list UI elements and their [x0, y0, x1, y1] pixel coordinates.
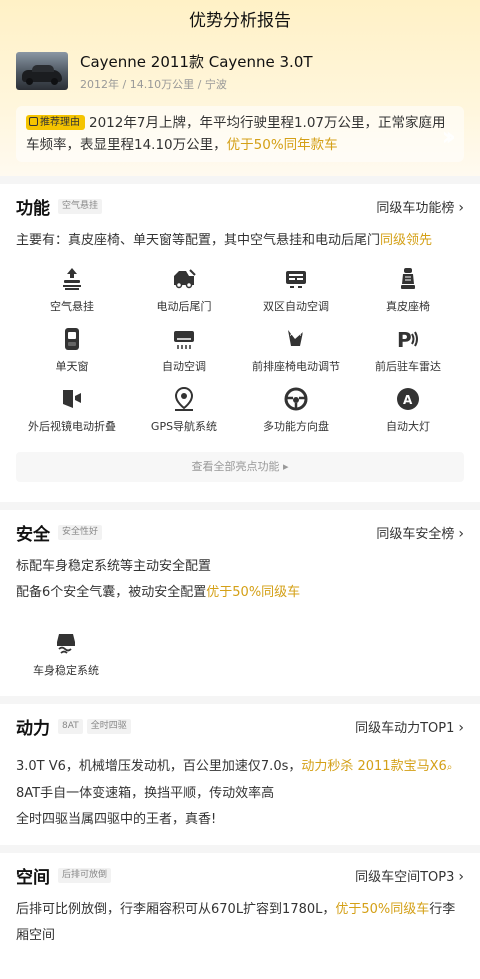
- feature-grid: 空气悬挂 电动后尾门 双区自动空调 真皮座椅 单天窗 自动空调 AUTO 前排座…: [16, 266, 464, 446]
- steering-wheel-icon: [284, 387, 308, 411]
- sunroof-icon: [65, 328, 79, 350]
- gps-icon: [174, 386, 194, 411]
- recommend-reason: 推荐理由 2012年7月上牌，年平均行驶里程1.07万公里，正常家庭用车频率，表显…: [16, 106, 464, 162]
- section-title: 安全: [16, 524, 50, 545]
- power-line: 8AT手自一体变速箱，换挡平顺，传动效率高: [16, 786, 275, 801]
- feature-item[interactable]: 自动空调: [128, 326, 240, 386]
- chevron-right-icon: ›: [458, 199, 464, 216]
- section-badge: 空气悬挂: [58, 198, 103, 214]
- section-title: 空间: [16, 867, 50, 888]
- page-title: 优势分析报告: [189, 11, 291, 31]
- view-all-features-button[interactable]: 查看全部亮点功能 ▸: [16, 452, 464, 482]
- svg-text:A: A: [403, 393, 413, 407]
- feature-item[interactable]: GPS导航系统: [128, 386, 240, 446]
- function-section: 功能 空气悬挂 同级车功能榜 › 主要有：真皮座椅、单天窗等配置，其中空气悬挂和电…: [0, 184, 480, 502]
- car-summary[interactable]: Cayenne 2011款 Cayenne 3.0T 2012年 / 14.10…: [0, 42, 480, 96]
- power-section: 动力 8AT 全时四驱 同级车动力TOP1 › 3.0T V6，机械增压发动机，百…: [0, 704, 480, 845]
- thumb-up-icon: [29, 117, 38, 126]
- section-title: 动力: [16, 718, 50, 739]
- leather-seat-icon: [401, 268, 415, 289]
- space-section: 空间 后排可放倒 同级车空间TOP3 › 后排可比例放倒，行李厢容积可从670L扩…: [0, 853, 480, 979]
- chevron-right-icon: ›: [458, 719, 464, 736]
- power-rank-link[interactable]: 同级车动力TOP1 ›: [355, 717, 464, 736]
- reason-highlight: 优于50%同年款车: [226, 137, 338, 153]
- space-rank-link[interactable]: 同级车空间TOP3 ›: [355, 866, 464, 885]
- safety-highlight: 优于50%同级车: [206, 585, 301, 600]
- mirror-fold-icon: [63, 390, 81, 408]
- safety-line: 标配车身稳定系统等主动安全配置: [16, 559, 212, 574]
- car-name: Cayenne 2011款 Cayenne 3.0T: [80, 52, 313, 71]
- section-badge: 8AT: [58, 718, 83, 734]
- section-title: 功能: [16, 198, 50, 219]
- feature-item[interactable]: 空气悬挂: [16, 266, 128, 326]
- space-line: 后排可比例放倒，行李厢容积可从670L扩容到1780L，: [16, 902, 336, 917]
- stability-control-icon: [57, 634, 75, 654]
- chevron-decoration-icon: › ›: [441, 122, 457, 152]
- svg-text:P: P: [397, 328, 412, 352]
- search-icon: ⌕: [446, 762, 453, 773]
- feature-item[interactable]: 电动后尾门: [128, 266, 240, 326]
- car-meta: 2012年 / 14.10万公里 / 宁波: [80, 77, 227, 91]
- power-highlight[interactable]: 动力秒杀 2011款宝马X6: [301, 759, 446, 774]
- power-seat-icon: AUTO: [288, 330, 307, 346]
- parking-radar-icon: P: [397, 328, 418, 352]
- feature-item[interactable]: P 前后驻车雷达: [352, 326, 464, 386]
- chevron-right-icon: ›: [458, 868, 464, 885]
- svg-text:AUTO: AUTO: [290, 331, 307, 338]
- section-badge: 后排可放倒: [58, 867, 112, 883]
- section-badge: 安全性好: [58, 524, 103, 540]
- feature-item[interactable]: 车身稳定系统: [16, 630, 116, 678]
- power-line: 全时四驱当属四驱中的王者，真香!: [16, 812, 217, 827]
- recommend-tag: 推荐理由: [26, 115, 85, 130]
- air-suspension-icon: [63, 268, 81, 290]
- safety-rank-link[interactable]: 同级车安全榜 ›: [376, 523, 464, 542]
- auto-headlight-icon: A: [397, 388, 419, 410]
- function-summary: 主要有：真皮座椅、单天窗等配置，其中空气悬挂和电动后尾门: [16, 233, 381, 248]
- auto-ac-icon: [174, 331, 194, 349]
- car-thumbnail: [16, 52, 68, 90]
- feature-item[interactable]: AUTO 前排座椅电动调节: [240, 326, 352, 386]
- chevron-right-icon: ›: [458, 525, 464, 542]
- feature-item[interactable]: 多功能方向盘: [240, 386, 352, 446]
- power-tailgate-icon: [174, 269, 196, 289]
- feature-item[interactable]: 真皮座椅: [352, 266, 464, 326]
- feature-item[interactable]: 双区自动空调: [240, 266, 352, 326]
- function-summary-highlight: 同级领先: [380, 233, 433, 248]
- report-header: 优势分析报告 Cayenne 2011款 Cayenne 3.0T 2012年 …: [0, 0, 480, 176]
- feature-item[interactable]: 单天窗: [16, 326, 128, 386]
- section-badge: 全时四驱: [86, 718, 131, 734]
- feature-item[interactable]: A 自动大灯: [352, 386, 464, 446]
- safety-line: 配备6个安全气囊，被动安全配置: [16, 585, 207, 600]
- feature-item[interactable]: 外后视镜电动折叠: [16, 386, 128, 446]
- safety-section: 安全 安全性好 同级车安全榜 › 标配车身稳定系统等主动安全配置 配备6个安全气囊…: [0, 510, 480, 696]
- space-highlight: 优于50%同级车: [335, 902, 430, 917]
- power-line: 3.0T V6，机械增压发动机，百公里加速仅7.0s，: [16, 759, 302, 774]
- function-rank-link[interactable]: 同级车功能榜 ›: [376, 197, 464, 216]
- dual-zone-ac-icon: [286, 271, 306, 288]
